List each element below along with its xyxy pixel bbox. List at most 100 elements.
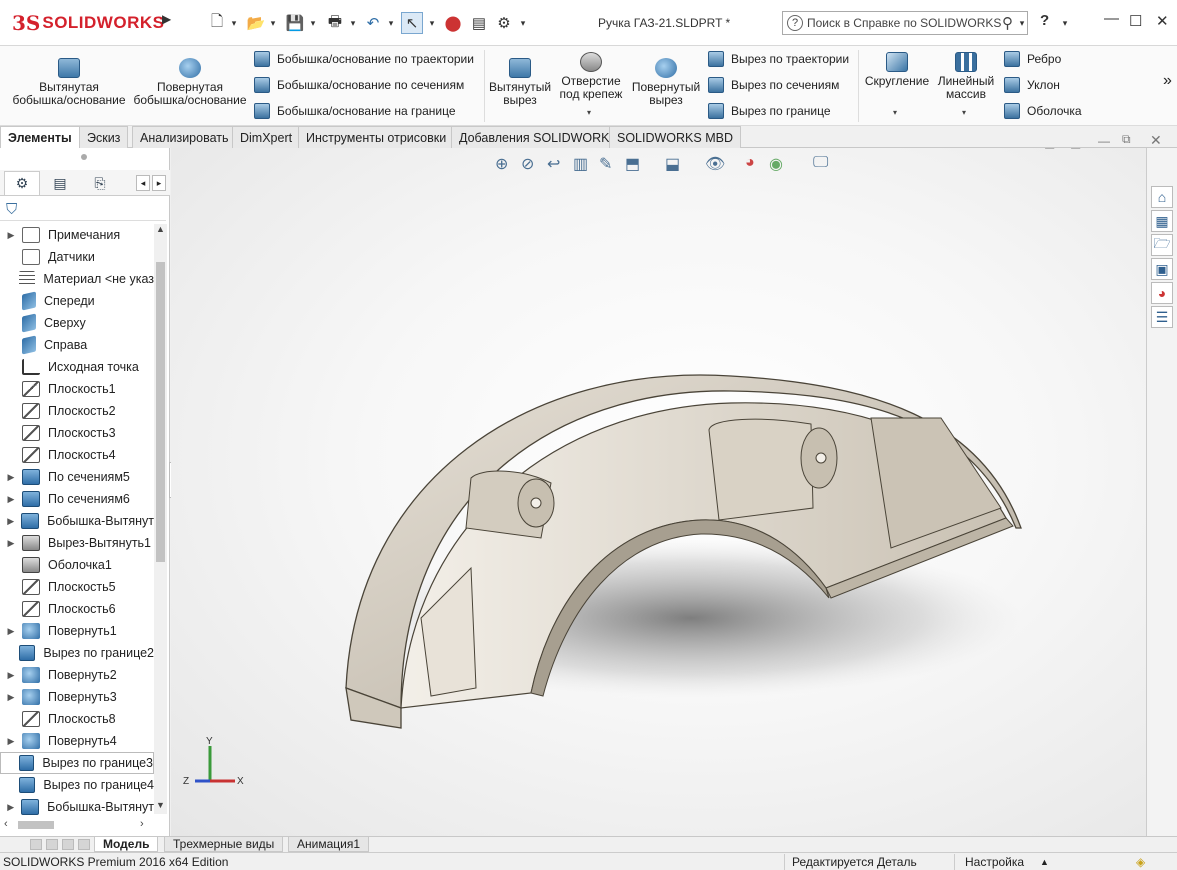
lofted-cut-button[interactable]: Вырез по сечениям	[708, 76, 839, 94]
select-icon[interactable]: ↖	[401, 12, 423, 34]
tree-item[interactable]: ▶ Вырез-Вытянуть1	[0, 532, 154, 554]
fillet-button[interactable]: Скругление	[862, 52, 932, 88]
tag-icon[interactable]: ◈	[1136, 855, 1145, 869]
help-search-input[interactable]: ? Поиск в Справке по SOLIDWORKS ⚲	[782, 11, 1028, 35]
tree-item[interactable]: Вырез по границе4	[0, 774, 154, 796]
expand-arrow-icon[interactable]: ▶	[0, 538, 22, 549]
custom-properties-icon[interactable]: ☰	[1151, 306, 1173, 328]
chevron-down-icon[interactable]: ▾	[1060, 12, 1070, 34]
expand-arrow-icon[interactable]: ▶	[0, 670, 22, 681]
more-commands-button[interactable]: »	[1163, 72, 1172, 90]
tab-sketch[interactable]: Эскиз	[79, 126, 129, 148]
extruded-cut-button[interactable]: Вытянутый вырез	[488, 58, 552, 107]
tree-item[interactable]: ▶ Повернуть2	[0, 664, 154, 686]
chevron-down-icon[interactable]: ▾	[386, 12, 396, 34]
scroll-thumb[interactable]	[156, 262, 165, 562]
print-icon[interactable]: 🖶	[324, 12, 346, 34]
chevron-down-icon[interactable]: ▾	[962, 108, 966, 117]
tab-markup-tools[interactable]: Инструменты отрисовки	[298, 126, 455, 148]
configuration-manager-tab-icon[interactable]: ⎘	[82, 171, 118, 195]
tree-item[interactable]: Исходная точка	[0, 356, 154, 378]
feature-manager-tab-icon[interactable]: ⚙	[4, 171, 40, 195]
expand-arrow-icon[interactable]: ▶	[0, 626, 22, 637]
search-icon[interactable]: ⚲	[1002, 14, 1013, 32]
swept-cut-button[interactable]: Вырез по траектории	[708, 50, 849, 68]
scroll-right-icon[interactable]: ›	[140, 818, 144, 830]
undo-icon[interactable]: ↶	[362, 12, 384, 34]
tree-item[interactable]: Плоскость2	[0, 400, 154, 422]
tree-item[interactable]: Датчики	[0, 246, 154, 268]
shell-button[interactable]: Оболочка	[1004, 102, 1082, 120]
lofted-boss-button[interactable]: Бобышка/основание по сечениям	[254, 76, 464, 94]
chevron-down-icon[interactable]: ▾	[229, 12, 239, 34]
tab-animation[interactable]: Анимация1	[288, 837, 370, 852]
hscroll-thumb[interactable]	[18, 821, 54, 829]
tree-hscrollbar[interactable]: ‹ ›	[0, 818, 154, 832]
options-icon[interactable]: ⚙	[493, 12, 515, 34]
tree-item[interactable]: ▶ Повернуть1	[0, 620, 154, 642]
tree-item[interactable]: Плоскость5	[0, 576, 154, 598]
chevron-down-icon[interactable]: ▾	[348, 12, 358, 34]
save-icon[interactable]: 💾	[284, 12, 306, 34]
chevron-down-icon[interactable]: ▾	[587, 108, 591, 117]
tree-item[interactable]: ▶ По сечениям5	[0, 466, 154, 488]
file-properties-icon[interactable]: ▤	[468, 12, 490, 34]
scroll-up-icon[interactable]: ▲	[156, 224, 165, 234]
part-model[interactable]	[171, 148, 1146, 836]
tab-evaluate[interactable]: Анализировать	[132, 126, 237, 148]
extruded-boss-button[interactable]: Вытянутая бобышка/основание	[12, 58, 126, 107]
tab-solidworks-addins[interactable]: Добавления SOLIDWORKS	[451, 126, 626, 148]
design-library-icon[interactable]: ▦	[1151, 210, 1173, 232]
tree-item[interactable]: ▶ Повернуть3	[0, 686, 154, 708]
tree-scrollbar[interactable]: ▲ ▼	[154, 224, 167, 814]
tree-item[interactable]: Вырез по границе2	[0, 642, 154, 664]
chevron-down-icon[interactable]: ▾	[268, 12, 278, 34]
expand-arrow-icon[interactable]: ▶	[0, 736, 22, 747]
tab-next-icon[interactable]	[62, 839, 74, 850]
tab-dimxpert[interactable]: DimXpert	[232, 126, 301, 148]
tab-scroll-right-icon[interactable]: ▸	[152, 175, 166, 191]
hole-wizard-button[interactable]: Отверстие под крепеж	[556, 52, 626, 101]
chevron-down-icon[interactable]: ▾	[518, 12, 528, 34]
expand-arrow-icon[interactable]: ▶	[0, 230, 22, 241]
tree-item[interactable]: Плоскость8	[0, 708, 154, 730]
rib-button[interactable]: Ребро	[1004, 50, 1061, 68]
scroll-left-icon[interactable]: ‹	[4, 818, 8, 830]
chevron-down-icon[interactable]: ▾	[1017, 12, 1027, 34]
tab-3d-views[interactable]: Трехмерные виды	[164, 837, 284, 852]
tree-item[interactable]: ▶ Бобышка-Вытянут	[0, 510, 154, 532]
tree-item[interactable]: ▶ Повернуть4	[0, 730, 154, 752]
tree-item[interactable]: Сверху	[0, 312, 154, 334]
viewport-restore-icon[interactable]: ⧉	[1122, 132, 1131, 147]
minimize-icon[interactable]: —	[1104, 10, 1119, 27]
property-manager-tab-icon[interactable]: ▤	[42, 171, 78, 195]
tree-item[interactable]: Оболочка1	[0, 554, 154, 576]
tab-features[interactable]: Элементы	[0, 126, 80, 149]
status-units[interactable]: Настройка	[965, 855, 1024, 869]
expand-arrow-icon[interactable]: ▶	[0, 494, 22, 505]
chevron-down-icon[interactable]: ▾	[893, 108, 897, 117]
revolved-cut-button[interactable]: Повернутый вырез	[630, 58, 702, 107]
tab-model[interactable]: Модель	[94, 837, 159, 852]
tree-item[interactable]: Справа	[0, 334, 154, 356]
chevron-up-icon[interactable]: ▲	[1040, 857, 1049, 867]
panel-grip[interactable]	[81, 154, 87, 160]
viewport-minimize-icon[interactable]: —	[1098, 134, 1110, 148]
appearances-icon[interactable]: ◕	[1151, 282, 1173, 304]
tree-item[interactable]: Вырез по границе3	[0, 752, 154, 774]
tree-item[interactable]: Плоскость6	[0, 598, 154, 620]
tab-prev-icon[interactable]	[46, 839, 58, 850]
tab-first-icon[interactable]	[30, 839, 42, 850]
tab-solidworks-mbd[interactable]: SOLIDWORKS MBD	[609, 126, 741, 148]
close-icon[interactable]: ✕	[1156, 12, 1169, 30]
draft-button[interactable]: Уклон	[1004, 76, 1060, 94]
boundary-boss-button[interactable]: Бобышка/основание на границе	[254, 102, 456, 120]
file-explorer-icon[interactable]: 🗁	[1151, 234, 1173, 256]
filter-icon[interactable]: ⛉	[6, 201, 17, 218]
expand-arrow-icon[interactable]: ▶	[0, 516, 21, 527]
tree-item[interactable]: Плоскость4	[0, 444, 154, 466]
chevron-down-icon[interactable]: ▾	[308, 12, 318, 34]
help-button[interactable]: ?	[1040, 12, 1049, 29]
tree-item[interactable]: ▶ Бобышка-Вытянут	[0, 796, 154, 818]
tree-item[interactable]: Плоскость1	[0, 378, 154, 400]
